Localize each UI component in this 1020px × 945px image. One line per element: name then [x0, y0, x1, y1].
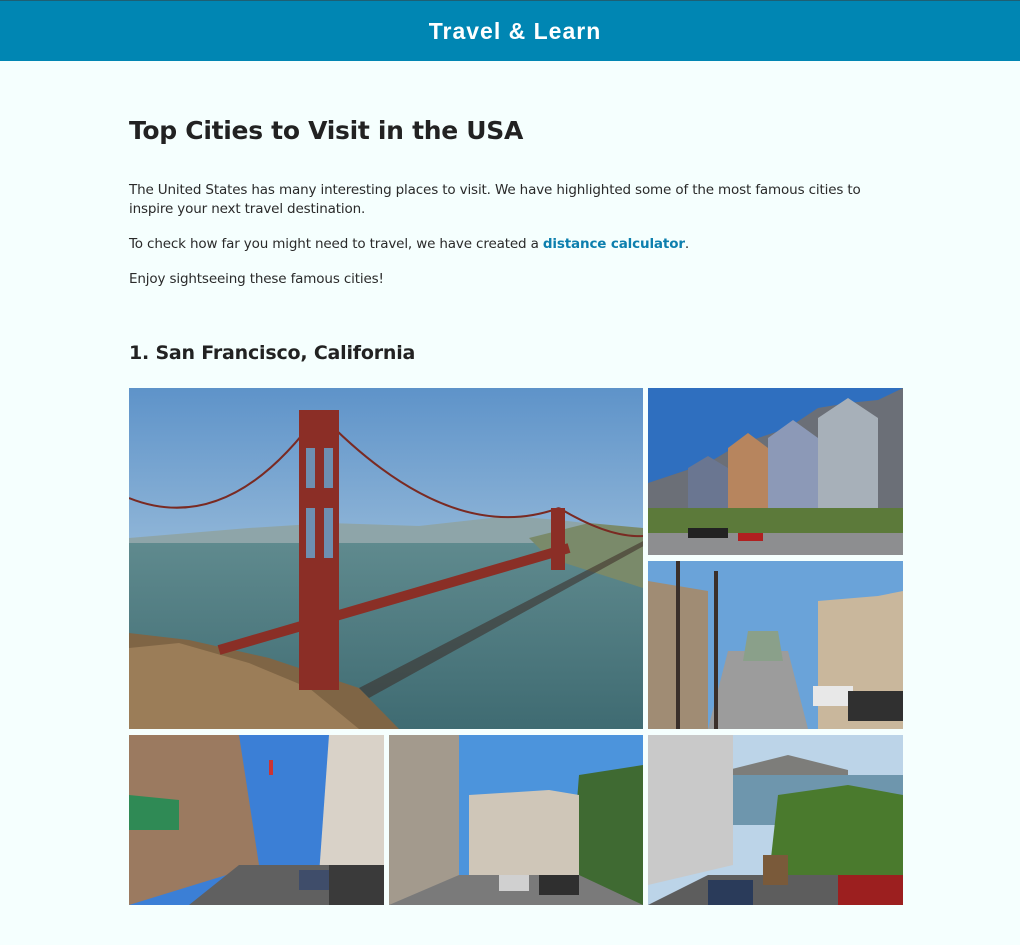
site-header: Travel & Learn	[0, 0, 1020, 61]
photo-hill-street-bay-view[interactable]	[389, 735, 643, 905]
main-content: Top Cities to Visit in the USA The Unite…	[129, 61, 904, 364]
site-title: Travel & Learn	[428, 17, 602, 44]
closing-paragraph: Enjoy sightseeing these famous cities!	[129, 271, 384, 287]
distance-calculator-link[interactable]: distance calculator	[543, 236, 685, 252]
calculator-text: To check how far you might need to trave…	[129, 236, 543, 252]
photo-alcatraz-view-street[interactable]	[648, 735, 903, 905]
photo-chinatown-street[interactable]	[129, 735, 384, 905]
intro-paragraph: The United States has many interesting p…	[129, 182, 861, 217]
section-title-san-francisco: 1. San Francisco, California	[129, 342, 416, 364]
photo-steep-street-hill[interactable]	[648, 561, 903, 729]
photo-golden-gate-bridge[interactable]	[129, 388, 643, 729]
page-title: Top Cities to Visit in the USA	[129, 116, 524, 145]
calculator-suffix: .	[684, 236, 689, 252]
calculator-paragraph: To check how far you might need to trave…	[129, 235, 689, 254]
photo-painted-ladies[interactable]	[648, 388, 903, 555]
